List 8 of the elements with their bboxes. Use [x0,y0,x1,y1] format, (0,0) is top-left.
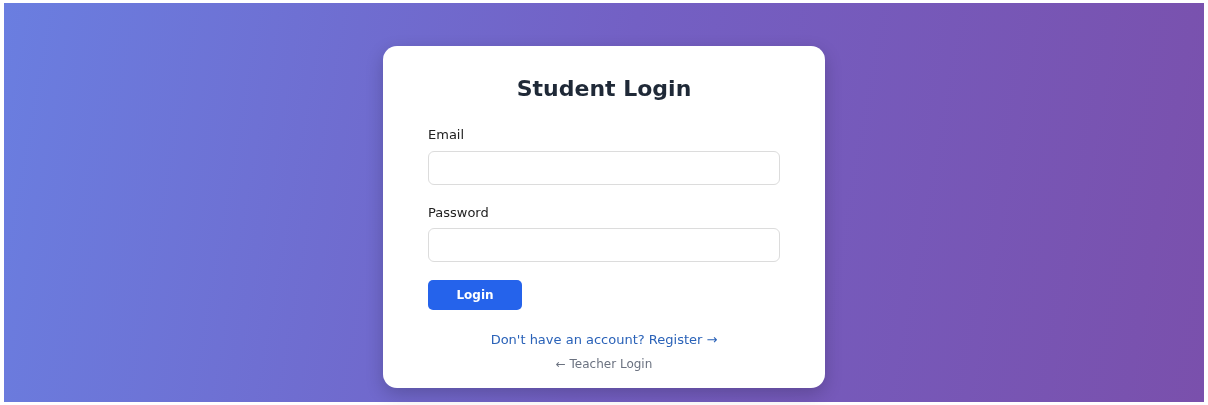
input-field[interactable] [428,150,780,185]
field-label: Password [428,203,489,222]
login-title: Student Login [515,76,693,103]
input-field[interactable] [428,228,780,263]
register-link[interactable]: Don't have an account? Register → [428,330,780,350]
login-button[interactable]: Login [428,280,522,311]
field-label: Email [428,126,465,145]
teacher-login-link[interactable]: ← Teacher Login [428,354,780,373]
